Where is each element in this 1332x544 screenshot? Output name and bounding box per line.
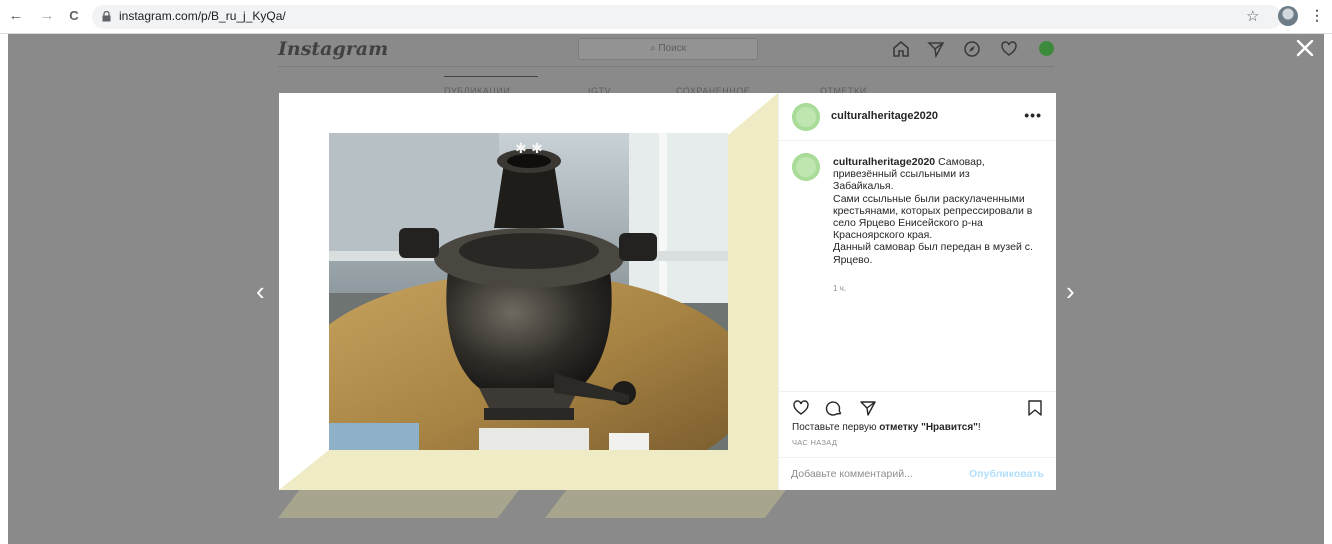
post-header: culturalheritage2020 ••• — [779, 93, 1056, 141]
post-actions: Поставьте первую отметку "Нравится"! ЧАС… — [779, 391, 1056, 462]
caption-avatar[interactable] — [792, 153, 820, 181]
author-username[interactable]: culturalheritage2020 — [831, 110, 938, 122]
share-plane-icon[interactable] — [859, 399, 877, 417]
post-timestamp: ЧАС НАЗАД — [792, 438, 838, 447]
grid-decoration — [278, 486, 522, 518]
author-avatar[interactable] — [792, 103, 820, 131]
paper-plane-icon — [927, 42, 945, 58]
likes-link[interactable]: отметку "Нравится" — [879, 422, 978, 433]
comment-input[interactable] — [791, 464, 961, 484]
home-icon — [893, 40, 909, 58]
comment-form: Опубликовать — [779, 457, 1056, 491]
post-sidebar: culturalheritage2020 ••• culturalheritag… — [778, 93, 1056, 490]
post-media: ✱ ✱ — [279, 93, 778, 490]
search-placeholder: Поиск — [658, 43, 687, 54]
address-bar[interactable]: instagram.com/p/B_ru_j_KyQa/ — [92, 5, 1282, 29]
search-box: ⌕ Поиск — [578, 38, 758, 60]
comment-icon[interactable] — [825, 399, 843, 417]
compass-icon — [964, 41, 980, 57]
post-photo[interactable]: ✱ ✱ — [329, 133, 728, 450]
bookmark-star-icon[interactable]: ☆ — [1246, 7, 1259, 25]
instagram-logo: Instagram — [278, 38, 389, 60]
more-options-icon[interactable]: ••• — [1024, 107, 1042, 123]
frame-decoration — [279, 450, 778, 490]
back-button[interactable]: ← — [6, 6, 26, 26]
url-text: instagram.com/p/B_ru_j_KyQa/ — [119, 9, 286, 23]
likes-suffix: ! — [977, 422, 981, 433]
reload-button[interactable]: C — [64, 6, 84, 26]
next-post-arrow[interactable]: › — [1066, 278, 1075, 304]
caption-text: Самовар, привезённый ссыльными из Забайк… — [833, 156, 1033, 266]
frame-decoration — [728, 93, 778, 490]
browser-toolbar: ← → C instagram.com/p/B_ru_j_KyQa/ ☆ ⋮ — [0, 0, 1332, 34]
forward-button[interactable]: → — [37, 6, 57, 26]
heart-icon — [1001, 41, 1017, 56]
header-divider — [278, 66, 1054, 67]
like-heart-icon[interactable] — [792, 399, 810, 417]
likes-prompt: Поставьте первую отметку "Нравится"! — [792, 422, 981, 433]
lock-icon — [102, 11, 111, 22]
likes-prefix: Поставьте первую — [792, 422, 880, 433]
svg-text:✱ ✱: ✱ ✱ — [515, 141, 543, 157]
post-caption: culturalheritage2020 Самовар, привезённы… — [833, 156, 1033, 266]
browser-menu-icon[interactable]: ⋮ — [1310, 7, 1324, 24]
nav-avatar — [1039, 41, 1054, 56]
profile-avatar[interactable] — [1278, 6, 1298, 26]
close-icon[interactable] — [1294, 37, 1316, 59]
post-modal: ✱ ✱ culturalheritage2020 ••• culturalher… — [279, 93, 1056, 490]
caption-username[interactable]: culturalheritage2020 — [833, 156, 935, 168]
previous-post-arrow[interactable]: ‹ — [256, 278, 265, 304]
publish-button[interactable]: Опубликовать — [969, 468, 1044, 480]
caption-time: 1 ч. — [833, 284, 847, 293]
grid-decoration — [545, 486, 789, 518]
active-tab-indicator — [444, 76, 538, 77]
save-bookmark-icon[interactable] — [1026, 399, 1044, 417]
